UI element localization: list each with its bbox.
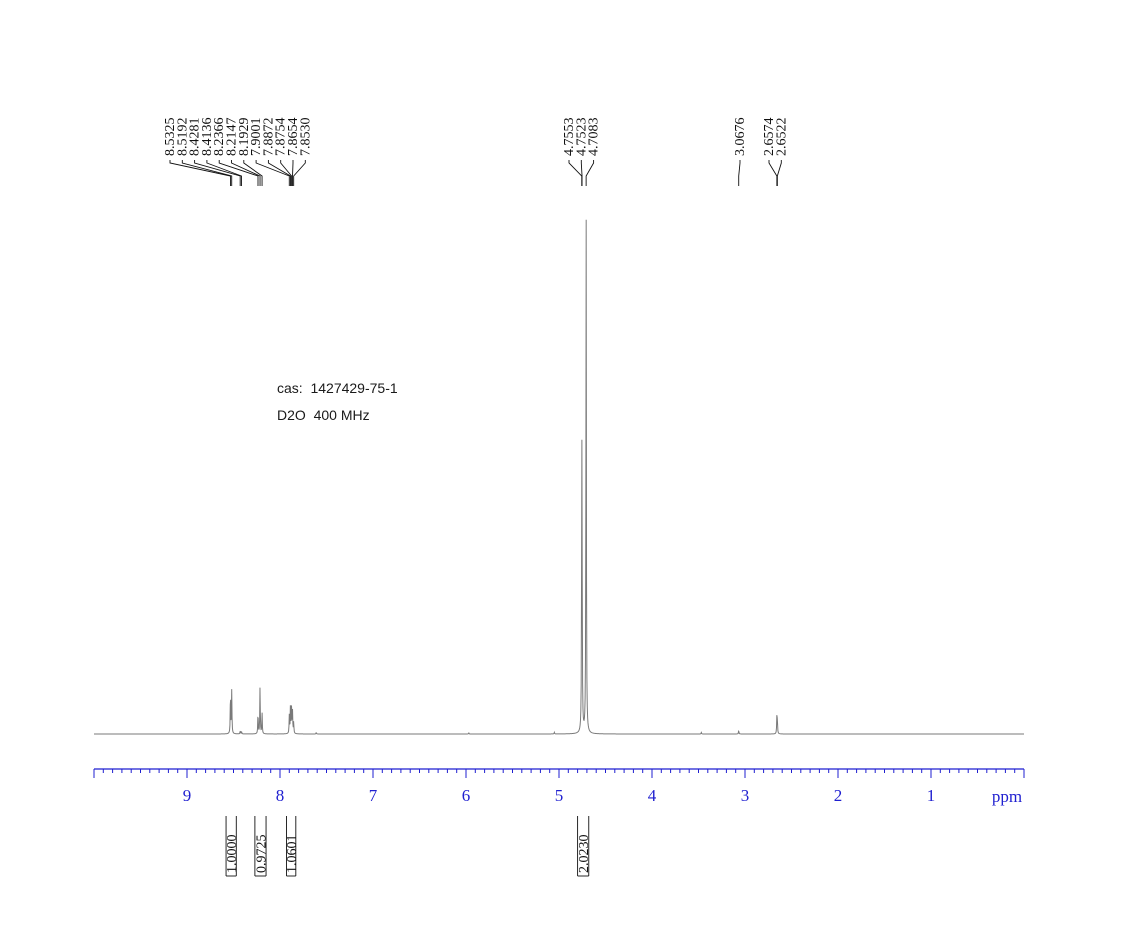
peak-shift-label: 4.7083 bbox=[587, 118, 602, 157]
x-tick-label: 4 bbox=[648, 786, 657, 805]
peak-leader-line bbox=[776, 160, 782, 186]
peak-shift-label: 2.6522 bbox=[774, 118, 789, 157]
x-tick-label: 2 bbox=[834, 786, 843, 805]
peak-shift-label: 3.0676 bbox=[733, 118, 748, 157]
spectrum-line bbox=[94, 219, 1024, 735]
peak-label-layer: 8.53258.51928.42818.41368.23668.21478.19… bbox=[163, 118, 789, 186]
integral-value-label: 1.0000 bbox=[225, 835, 240, 874]
peak-leader-line bbox=[181, 160, 233, 186]
peak-leader-line bbox=[293, 160, 306, 186]
integral-value-label: 0.9725 bbox=[254, 835, 269, 874]
peak-leader-line bbox=[568, 160, 583, 186]
x-axis: 9 8 7 6 5 4 3 2 1 ppm bbox=[93, 768, 1025, 806]
x-tick-label: 9 bbox=[183, 786, 192, 805]
cas-annotation: cas: 1427429-75-1 bbox=[277, 380, 398, 396]
peak-leader-line bbox=[768, 160, 778, 186]
x-axis-unit-label: ppm bbox=[992, 787, 1022, 806]
integral-value-label: 1.0601 bbox=[285, 835, 300, 874]
x-tick-label: 1 bbox=[927, 786, 936, 805]
x-tick-label: 8 bbox=[276, 786, 285, 805]
x-tick-label: 7 bbox=[369, 786, 378, 805]
integral-layer: 1.0000 0.9725 1.0601 2.0230 bbox=[225, 816, 592, 877]
integral-value-label: 2.0230 bbox=[577, 835, 592, 874]
peak-leader-line bbox=[255, 160, 290, 186]
nmr-spectrum-chart: 8.53258.51928.42818.41368.23668.21478.19… bbox=[93, 118, 1025, 877]
peak-leader-line bbox=[218, 160, 259, 186]
solvent-frequency-annotation: D2O 400 MHz bbox=[277, 407, 370, 423]
peak-leader-line bbox=[585, 160, 595, 186]
peak-leader-line bbox=[267, 160, 291, 186]
peak-leader-line bbox=[738, 160, 741, 186]
peak-leader-line bbox=[206, 160, 242, 186]
x-tick-label: 6 bbox=[462, 786, 471, 805]
x-tick-label: 3 bbox=[741, 786, 750, 805]
peak-shift-label: 7.8530 bbox=[298, 118, 313, 157]
x-tick-label: 5 bbox=[555, 786, 564, 805]
